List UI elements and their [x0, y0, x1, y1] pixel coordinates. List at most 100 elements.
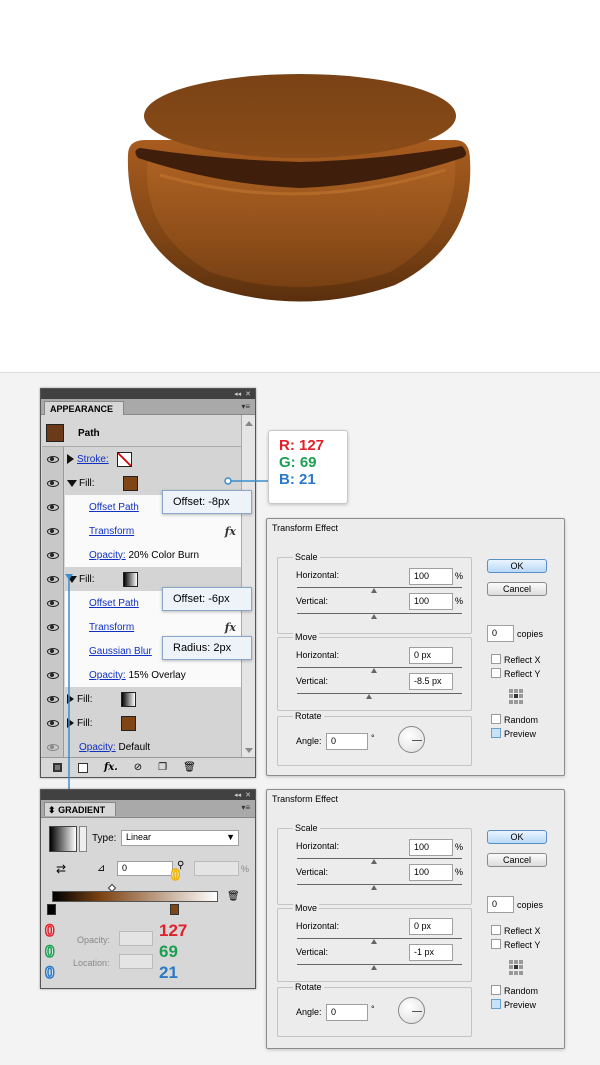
slider-track[interactable] [297, 884, 462, 885]
visibility-eye-icon[interactable] [42, 663, 64, 687]
slider-track[interactable] [297, 938, 462, 939]
visibility-eye-icon[interactable] [42, 687, 64, 711]
visibility-eye-icon[interactable] [42, 615, 64, 639]
angle-dial[interactable] [398, 726, 425, 753]
cancel-button[interactable]: Cancel [487, 582, 547, 596]
random-checkbox[interactable] [491, 714, 501, 724]
fill-row[interactable]: Fill: [42, 687, 241, 711]
panel-menu-icon[interactable]: ▾≡ [241, 402, 250, 411]
opacity-link[interactable]: Opacity: [89, 670, 126, 681]
reflect-y-checkbox[interactable] [491, 668, 501, 678]
visibility-eye-icon[interactable] [42, 735, 64, 759]
slider-thumb[interactable] [371, 939, 377, 944]
angle-dial[interactable] [398, 997, 425, 1024]
stroke-none-swatch[interactable] [116, 451, 132, 467]
slider-thumb[interactable] [366, 694, 372, 699]
scale-horizontal-input[interactable]: 100 [409, 568, 453, 585]
clear-appearance-icon[interactable]: ⊘ [134, 762, 142, 773]
move-vertical-input[interactable]: -1 px [409, 944, 453, 961]
fill-row[interactable]: Fill: [42, 711, 241, 735]
offset-path-link[interactable]: Offset Path [89, 598, 139, 609]
copies-input[interactable]: 0 [487, 896, 514, 913]
collapse-icon[interactable]: ◂◂ [234, 791, 241, 799]
visibility-eye-icon[interactable] [42, 471, 64, 495]
transform-link[interactable]: Transform [89, 622, 134, 633]
close-icon[interactable]: ✕ [245, 390, 251, 398]
ok-button[interactable]: OK [487, 559, 547, 573]
slider-thumb[interactable] [371, 668, 377, 673]
scroll-up-icon[interactable] [245, 421, 253, 426]
preview-checkbox[interactable] [491, 999, 501, 1009]
visibility-eye-icon[interactable] [42, 639, 64, 663]
right-color-stop[interactable] [170, 904, 179, 915]
visibility-eye-icon[interactable] [42, 543, 64, 567]
collapse-triangle-icon[interactable] [67, 575, 77, 583]
fx-icon[interactable]: fx [225, 621, 236, 634]
scale-horizontal-input[interactable]: 100 [409, 839, 453, 856]
copies-input[interactable]: 0 [487, 625, 514, 642]
slider-thumb[interactable] [371, 588, 377, 593]
opacity-row[interactable]: Opacity: Default [42, 735, 241, 759]
panel-menu-icon[interactable]: ▾≡ [241, 803, 250, 812]
random-checkbox[interactable] [491, 985, 501, 995]
expand-triangle-icon[interactable] [67, 454, 74, 464]
reflect-x-checkbox[interactable] [491, 925, 501, 935]
move-horizontal-input[interactable]: 0 px [409, 647, 453, 664]
slider-track[interactable] [297, 693, 462, 694]
gradient-swatch-dropdown-icon[interactable] [79, 826, 87, 852]
move-horizontal-input[interactable]: 0 px [409, 918, 453, 935]
path-swatch[interactable] [46, 424, 64, 442]
fx-icon[interactable]: fx [225, 525, 236, 538]
cancel-button[interactable]: Cancel [487, 853, 547, 867]
panel-titlebar[interactable]: ◂◂ ✕ [41, 790, 255, 800]
opacity-row[interactable]: Opacity: 15% Overlay [42, 663, 241, 687]
ok-button[interactable]: OK [487, 830, 547, 844]
opacity-link[interactable]: Opacity: [79, 742, 116, 753]
visibility-eye-icon[interactable] [42, 447, 64, 471]
panel-titlebar[interactable]: ◂◂ ✕ [41, 389, 255, 399]
delete-item-icon[interactable]: 🗑 [183, 762, 196, 773]
reference-point-icon[interactable] [509, 689, 524, 704]
tab-appearance[interactable]: APPEARANCE [44, 401, 125, 415]
slider-track[interactable] [297, 587, 462, 588]
scale-vertical-input[interactable]: 100 [409, 593, 453, 610]
duplicate-item-icon[interactable]: ❐ [158, 762, 167, 773]
scroll-down-icon[interactable] [245, 748, 253, 753]
fill-swatch[interactable] [122, 475, 138, 491]
close-icon[interactable]: ✕ [245, 791, 251, 799]
gaussian-blur-link[interactable]: Gaussian Blur [89, 646, 152, 657]
gradient-preview-swatch[interactable] [49, 826, 77, 852]
reflect-y-checkbox[interactable] [491, 939, 501, 949]
slider-thumb[interactable] [371, 965, 377, 970]
angle-input[interactable]: 0 [326, 733, 368, 750]
visibility-eye-icon[interactable] [42, 519, 64, 543]
slider-track[interactable] [297, 858, 462, 859]
slider-track[interactable] [297, 613, 462, 614]
left-color-stop[interactable] [47, 904, 56, 915]
opacity-row[interactable]: Opacity: 20% Color Burn [42, 543, 241, 567]
collapse-triangle-icon[interactable] [67, 479, 77, 487]
gradient-angle-input[interactable]: 0 [117, 861, 173, 876]
reverse-gradient-icon[interactable]: ⇄ [56, 862, 66, 876]
scale-vertical-input[interactable]: 100 [409, 864, 453, 881]
add-stroke-icon[interactable] [53, 763, 62, 772]
slider-thumb[interactable] [371, 859, 377, 864]
add-effect-icon[interactable]: fx. [104, 762, 118, 773]
add-fill-icon[interactable] [78, 762, 88, 773]
tab-gradient[interactable]: ⬍ GRADIENT [44, 802, 117, 816]
visibility-eye-icon[interactable] [42, 567, 64, 591]
collapse-icon[interactable]: ◂◂ [234, 390, 241, 398]
gradient-slider-bar[interactable] [52, 891, 218, 902]
transform-link[interactable]: Transform [89, 526, 134, 537]
stroke-link[interactable]: Stroke: [77, 454, 109, 465]
effect-row[interactable]: Transform fx [42, 519, 241, 543]
slider-track[interactable] [297, 964, 462, 965]
offset-path-link[interactable]: Offset Path [89, 502, 139, 513]
opacity-link[interactable]: Opacity: [89, 550, 126, 561]
gradient-swatch[interactable] [120, 691, 136, 707]
fill-swatch[interactable] [120, 715, 136, 731]
move-vertical-input[interactable]: -8.5 px [409, 673, 453, 690]
gradient-swatch[interactable] [122, 571, 138, 587]
visibility-eye-icon[interactable] [42, 711, 64, 735]
delete-stop-icon[interactable]: 🗑 [227, 891, 240, 902]
